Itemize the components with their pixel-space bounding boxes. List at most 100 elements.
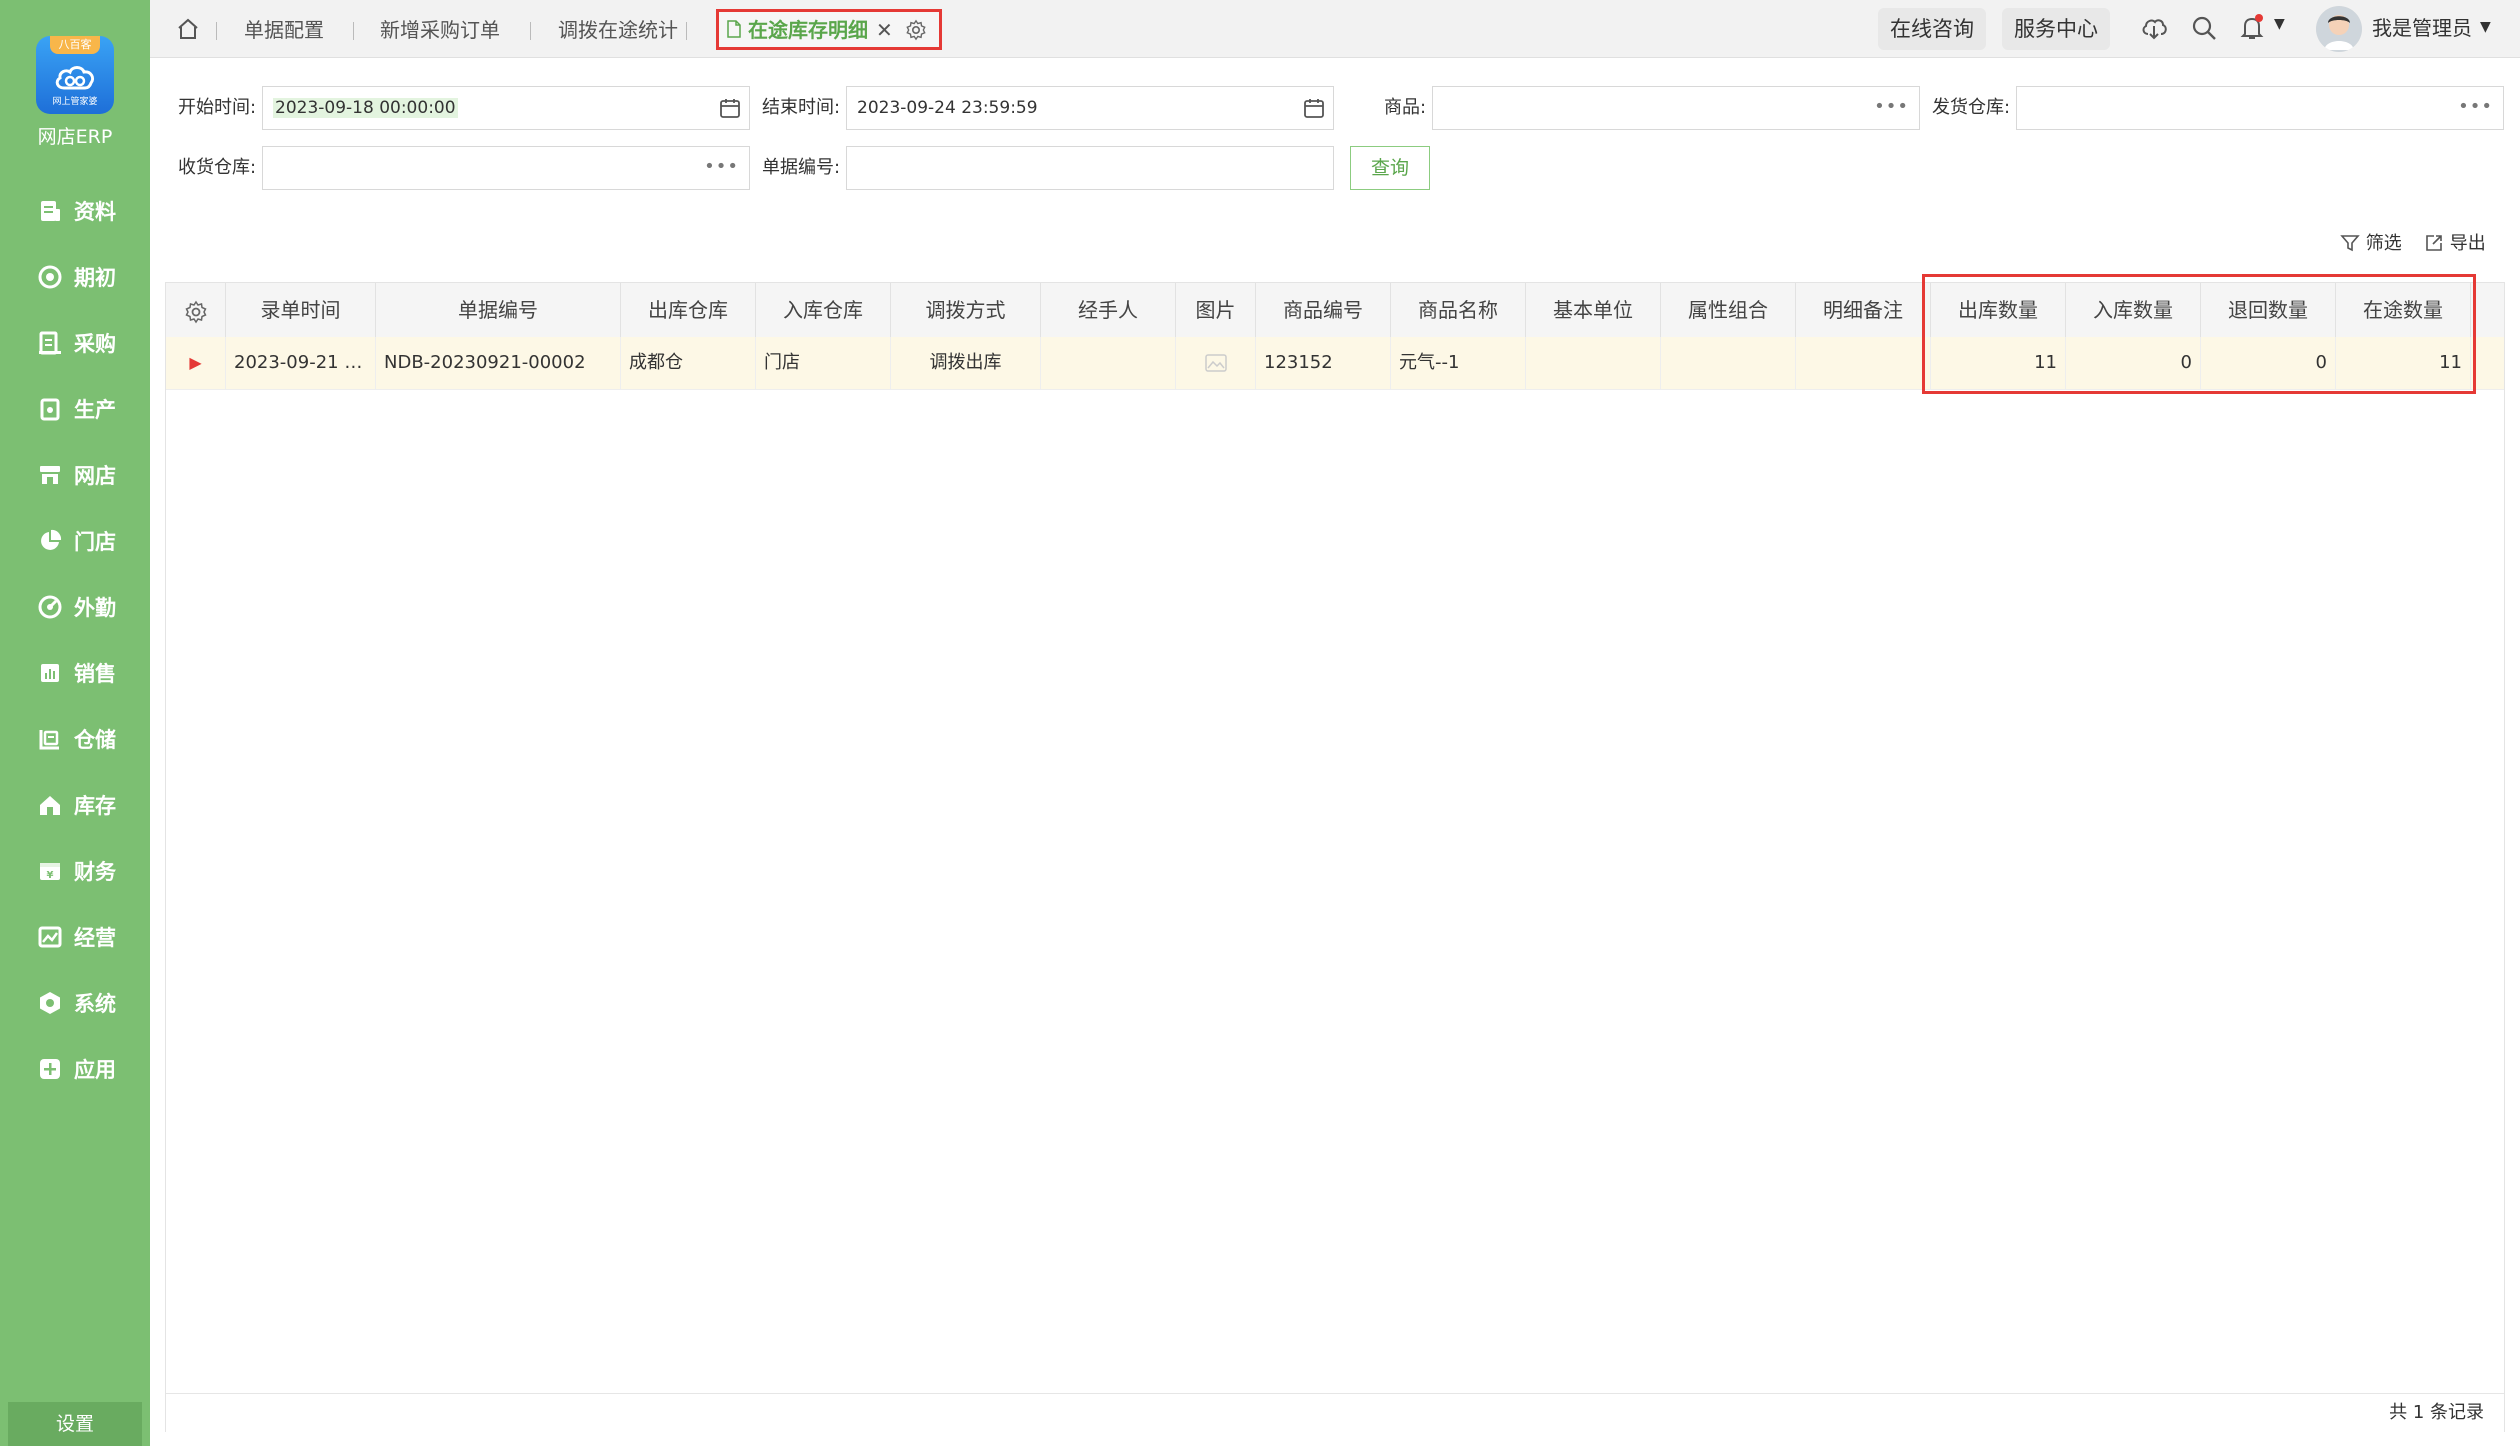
column-header[interactable]: 经手人 xyxy=(1041,283,1176,337)
start-time-label: 开始时间: xyxy=(178,97,257,118)
gear-icon[interactable] xyxy=(905,19,927,41)
data-grid: 录单时间 单据编号 出库仓库 入库仓库 调拨方式 经手人 图片 商品编号 商品名… xyxy=(165,282,2505,1432)
hexagon-icon xyxy=(38,991,62,1015)
sidebar-item-label: 经营 xyxy=(74,926,116,950)
record-count: 共 1 条记录 xyxy=(2389,1402,2484,1423)
document-icon xyxy=(727,20,741,38)
settings-button[interactable]: 设置 xyxy=(8,1402,142,1446)
end-time-input[interactable]: 2023-09-24 23:59:59 xyxy=(846,86,1334,130)
wallet-icon: ¥ xyxy=(38,859,62,883)
sidebar-item-xitong[interactable]: 系统 xyxy=(0,970,150,1036)
sidebar-item-wangdian[interactable]: 网店 xyxy=(0,442,150,508)
filter-label: 筛选 xyxy=(2365,233,2402,254)
filter-button[interactable]: 筛选 xyxy=(2340,230,2402,258)
start-time-input[interactable]: 2023-09-18 00:00:00 xyxy=(262,86,750,130)
cloud-icon xyxy=(55,66,95,90)
list-icon xyxy=(38,331,62,355)
row-indicator-icon: ▶ xyxy=(166,337,226,389)
query-button[interactable]: 查询 xyxy=(1350,146,1430,190)
bar-chart-icon xyxy=(38,661,62,685)
calendar-icon[interactable] xyxy=(719,97,741,119)
search-icon[interactable] xyxy=(2190,14,2218,42)
column-header[interactable]: 明细备注 xyxy=(1796,283,1931,337)
sidebar-item-yingyong[interactable]: 应用 xyxy=(0,1036,150,1102)
tab-separator xyxy=(530,22,531,40)
sidebar-item-waiqin[interactable]: 外勤 xyxy=(0,574,150,640)
brand-name: 网店ERP xyxy=(37,126,113,148)
close-icon[interactable]: ✕ xyxy=(876,12,893,48)
tab-document-config[interactable]: 单据配置 xyxy=(244,0,324,57)
tab-transit-inventory-detail[interactable]: 在途库存明细 ✕ xyxy=(716,9,942,50)
export-icon xyxy=(2426,235,2442,251)
bell-icon[interactable] xyxy=(2238,14,2266,42)
column-header[interactable]: 基本单位 xyxy=(1526,283,1661,337)
column-header[interactable]: 商品编号 xyxy=(1256,283,1391,337)
export-label: 导出 xyxy=(2449,233,2486,254)
home-icon xyxy=(38,793,62,817)
column-header[interactable]: 出库仓库 xyxy=(621,283,756,337)
column-header[interactable]: 属性组合 xyxy=(1661,283,1796,337)
plus-icon xyxy=(38,1057,62,1081)
active-tab-label: 在途库存明细 xyxy=(748,18,868,42)
service-center-button[interactable]: 服务中心 xyxy=(2002,8,2110,50)
end-time-label: 结束时间: xyxy=(762,97,841,118)
sidebar-item-label: 财务 xyxy=(74,860,116,884)
table-cell: 元气--1 xyxy=(1391,337,1526,389)
table-cell xyxy=(1526,337,1661,389)
sidebar-item-xiaoshou[interactable]: 销售 xyxy=(0,640,150,706)
column-header[interactable]: 调拨方式 xyxy=(891,283,1041,337)
product-input[interactable]: ••• xyxy=(1432,86,1920,130)
cloud-download-icon[interactable] xyxy=(2140,14,2168,42)
sidebar-item-shengchan[interactable]: 生产 xyxy=(0,376,150,442)
more-icon[interactable]: ••• xyxy=(704,147,739,187)
table-cell: 门店 xyxy=(756,337,891,389)
sidebar-item-label: 销售 xyxy=(74,662,116,686)
chevron-down-icon[interactable]: ▼ xyxy=(2274,16,2285,32)
table-cell: 成都仓 xyxy=(621,337,756,389)
app-logo[interactable]: 八百客 网上管家婆 xyxy=(36,36,114,114)
sidebar-item-qichu[interactable]: 期初 xyxy=(0,244,150,310)
sidebar-item-caigou[interactable]: 采购 xyxy=(0,310,150,376)
column-header[interactable]: 图片 xyxy=(1176,283,1256,337)
sidebar-item-caiwu[interactable]: ¥ 财务 xyxy=(0,838,150,904)
gear-icon[interactable] xyxy=(184,300,208,324)
top-bar: 单据配置 新增采购订单 调拨在途统计 在途库存明细 ✕ 在线咨询 服务中心 ▼ … xyxy=(150,0,2520,58)
send-warehouse-label: 发货仓库: xyxy=(1932,97,2011,118)
receive-warehouse-input[interactable]: ••• xyxy=(262,146,750,190)
sidebar-nav: 资料 期初 采购 生产 网店 门店 外勤 销售 仓储 库存 ¥ 财务 经营 系统… xyxy=(0,178,150,1102)
sidebar: 八百客 网上管家婆 网店ERP 资料 期初 采购 生产 网店 门店 外勤 销售 … xyxy=(0,0,150,1446)
sidebar-item-label: 外勤 xyxy=(74,596,116,620)
column-header[interactable]: 入库仓库 xyxy=(756,283,891,337)
sidebar-item-jingying[interactable]: 经营 xyxy=(0,904,150,970)
export-button[interactable]: 导出 xyxy=(2424,230,2486,258)
column-header[interactable]: 录单时间 xyxy=(226,283,376,337)
sidebar-item-label: 期初 xyxy=(74,266,116,290)
home-icon[interactable] xyxy=(176,17,200,41)
order-no-input[interactable] xyxy=(846,146,1334,190)
tab-transfer-transit-stats[interactable]: 调拨在途统计 xyxy=(558,0,678,57)
chevron-down-icon[interactable]: ▼ xyxy=(2480,19,2491,35)
sidebar-item-cangchu[interactable]: 仓储 xyxy=(0,706,150,772)
sidebar-item-kucun[interactable]: 库存 xyxy=(0,772,150,838)
sidebar-item-ziliao[interactable]: 资料 xyxy=(0,178,150,244)
column-header[interactable]: 商品名称 xyxy=(1391,283,1526,337)
column-header[interactable]: 单据编号 xyxy=(376,283,621,337)
image-cell[interactable] xyxy=(1176,337,1256,389)
product-label: 商品: xyxy=(1384,97,1427,118)
image-icon xyxy=(38,925,62,949)
more-icon[interactable]: ••• xyxy=(1874,87,1909,127)
avatar[interactable] xyxy=(2316,6,2362,52)
sidebar-item-label: 采购 xyxy=(74,332,116,356)
end-time-value: 2023-09-24 23:59:59 xyxy=(857,98,1038,118)
calendar-icon[interactable] xyxy=(1303,97,1325,119)
more-icon[interactable]: ••• xyxy=(2458,87,2493,127)
sidebar-item-mendian[interactable]: 门店 xyxy=(0,508,150,574)
send-warehouse-input[interactable]: ••• xyxy=(2016,86,2504,130)
tab-separator xyxy=(686,22,687,40)
receive-warehouse-label: 收货仓库: xyxy=(178,157,257,178)
tab-new-purchase-order[interactable]: 新增采购订单 xyxy=(380,0,500,57)
user-name[interactable]: 我是管理员 xyxy=(2372,0,2472,57)
online-consult-button[interactable]: 在线咨询 xyxy=(1878,8,1986,50)
logo-ribbon: 八百客 xyxy=(50,36,100,54)
column-settings[interactable] xyxy=(166,283,226,337)
